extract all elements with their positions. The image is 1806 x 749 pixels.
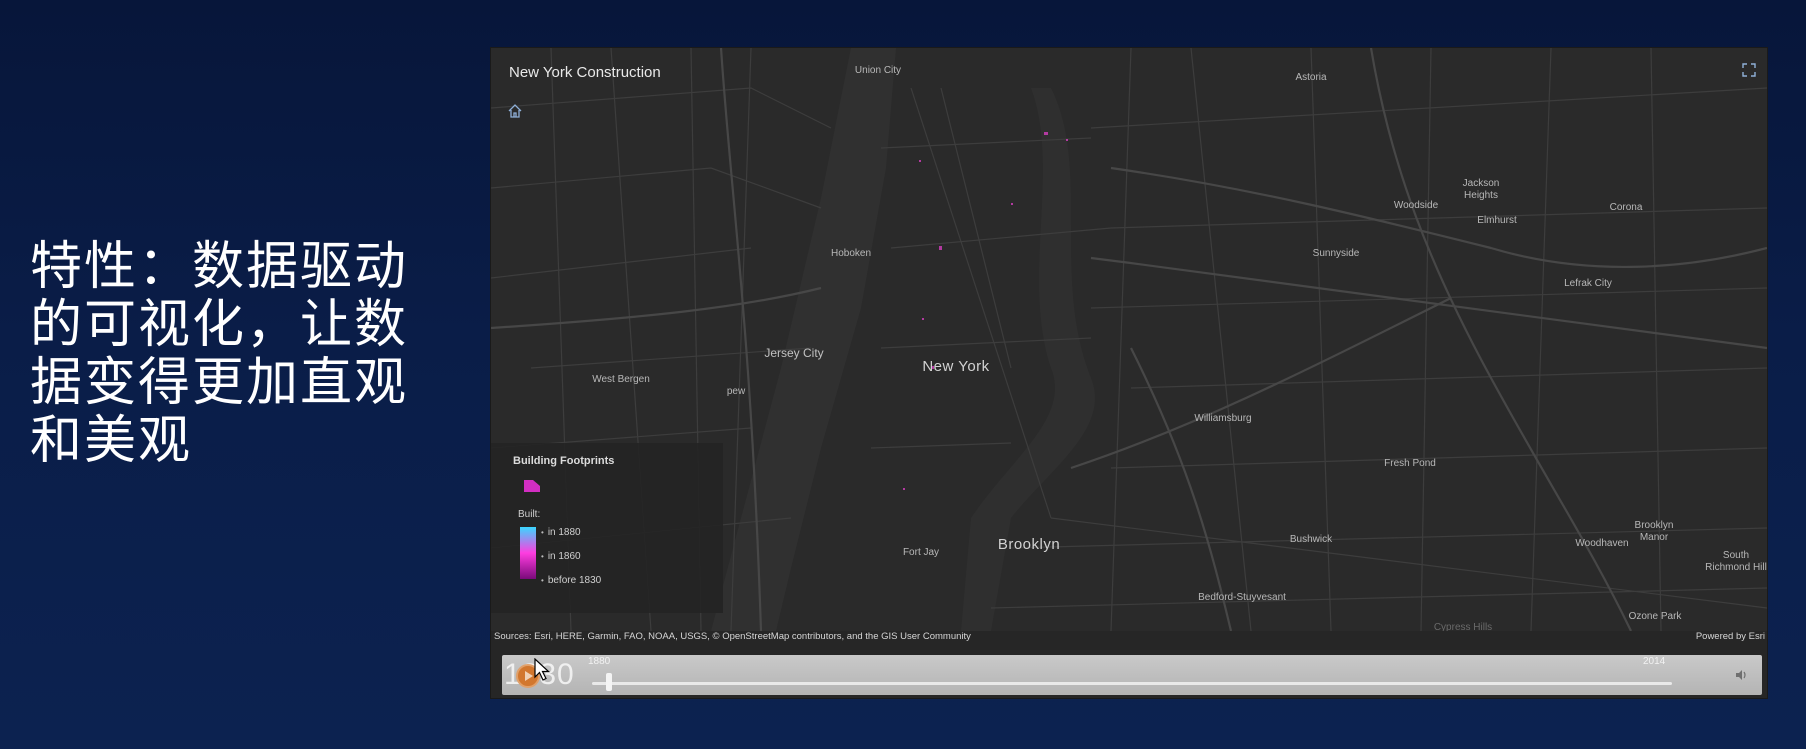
legend-color-ramp	[520, 527, 536, 579]
play-icon	[525, 671, 533, 681]
place-label: Jersey City	[764, 346, 824, 360]
play-button[interactable]	[516, 664, 540, 688]
legend-panel: Building Footprints Built: in 1880 in 18…	[491, 443, 723, 613]
place-label: Jackson Heights	[1462, 178, 1500, 201]
powered-by-link[interactable]: Powered by Esri	[1696, 631, 1765, 642]
place-label: Astoria	[1295, 72, 1327, 83]
home-icon[interactable]	[507, 103, 523, 119]
building-footprint-swatch-icon	[524, 480, 540, 492]
legend-stop: in 1880	[541, 527, 581, 538]
legend-title: Building Footprints	[513, 455, 615, 467]
place-label: Bedford-Stuyvesant	[1198, 592, 1286, 603]
place-label: Brooklyn Manor	[1634, 520, 1674, 543]
place-label: Brooklyn	[997, 536, 1061, 553]
slider-thumb[interactable]	[606, 673, 612, 691]
volume-icon[interactable]	[1734, 668, 1748, 682]
slider-start-label: 1880	[588, 656, 611, 667]
place-label: Hoboken	[830, 248, 872, 259]
legend-stop: in 1860	[541, 551, 581, 562]
place-label: Fresh Pond	[1384, 458, 1436, 469]
time-slider[interactable]: 1830 1880 2014	[502, 655, 1762, 695]
place-label: Elmhurst	[1477, 215, 1517, 226]
place-label: Corona	[1609, 202, 1643, 213]
place-label: New York	[922, 358, 990, 375]
legend-stop: before 1830	[541, 575, 601, 586]
place-label: Lefrak City	[1564, 278, 1612, 289]
place-label: pew	[726, 386, 746, 397]
place-label: Ozone Park	[1628, 611, 1682, 622]
place-label: Williamsburg	[1194, 413, 1252, 424]
place-label: West Bergen	[592, 374, 650, 385]
place-label: Bushwick	[1289, 534, 1333, 545]
slider-end-label: 2014	[1643, 656, 1666, 667]
place-label: Union City	[854, 65, 902, 76]
map-title: New York Construction	[509, 64, 661, 81]
place-label: Woodhaven	[1575, 538, 1629, 549]
map-app: New York Construction Union City Astoria…	[491, 48, 1767, 698]
legend-built-label: Built:	[518, 509, 541, 520]
place-label: Sunnyside	[1312, 248, 1360, 259]
place-label: Fort Jay	[902, 547, 940, 558]
map-view[interactable]: New York Construction Union City Astoria…	[491, 48, 1767, 631]
expand-icon[interactable]	[1741, 62, 1757, 78]
map-attribution: Sources: Esri, HERE, Garmin, FAO, NOAA, …	[494, 631, 971, 642]
place-label: Woodside	[1393, 200, 1439, 211]
slide-heading: 特性：数据驱动的可视化，让数据变得更加直观和美观	[30, 237, 409, 471]
place-label: Cypress Hills	[1433, 622, 1493, 631]
slider-track[interactable]	[592, 682, 1672, 685]
place-label: South Richmond Hill	[1705, 550, 1767, 573]
